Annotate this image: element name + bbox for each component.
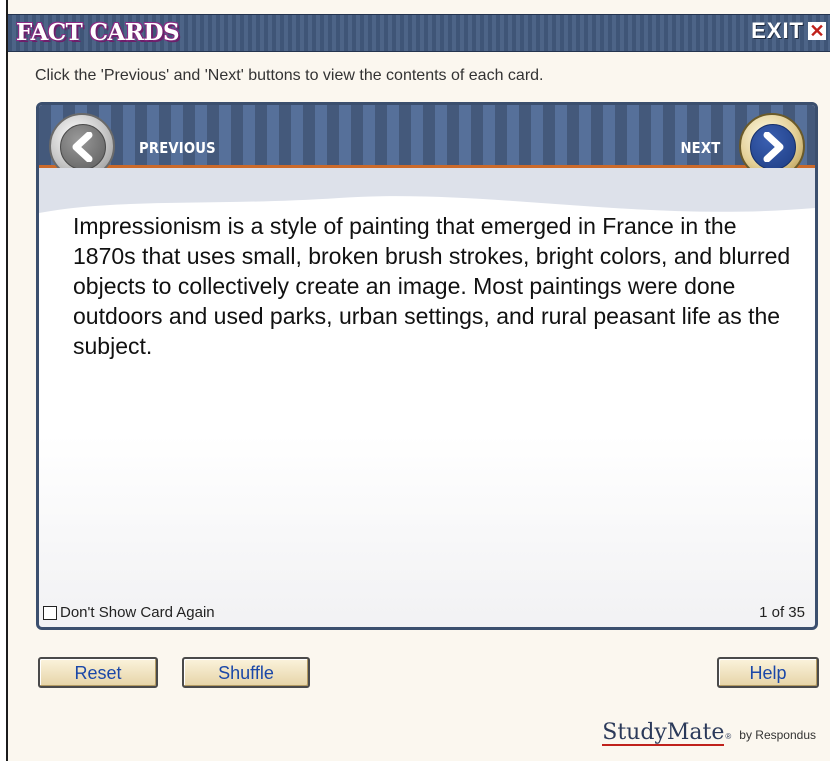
card-footer: Don't Show Card Again 1 of 35 <box>39 601 815 627</box>
card-counter: 1 of 35 <box>759 604 805 621</box>
dont-show-label[interactable]: Don't Show Card Again <box>60 604 215 621</box>
app-window: FACT CARDS EXIT ✕ Click the 'Previous' a… <box>6 0 830 761</box>
title-bar: FACT CARDS EXIT ✕ <box>8 14 830 52</box>
previous-label[interactable]: PREVIOUS <box>139 139 216 157</box>
brand-logo: StudyMate ® by Respondus <box>602 722 816 746</box>
next-label[interactable]: NEXT <box>680 139 720 157</box>
chevron-left-icon[interactable] <box>60 124 106 170</box>
exit-label[interactable]: EXIT <box>751 18 804 44</box>
card-content: Impressionism is a style of painting tha… <box>73 213 791 359</box>
brand-name: StudyMate <box>602 720 725 746</box>
chevron-right-icon[interactable] <box>750 124 796 170</box>
trademark-mark: ® <box>725 732 732 741</box>
dont-show-toggle[interactable]: Don't Show Card Again <box>43 604 215 621</box>
app-logo: FACT CARDS <box>16 19 180 46</box>
instructions-text: Click the 'Previous' and 'Next' buttons … <box>35 67 544 84</box>
dont-show-checkbox[interactable] <box>43 605 57 620</box>
shuffle-button[interactable]: Shuffle <box>182 657 310 688</box>
fact-card: PREVIOUS NEXT Impressionism is a style o… <box>36 102 818 630</box>
reset-button[interactable]: Reset <box>38 657 158 688</box>
brand-by: by Respondus <box>739 728 816 742</box>
help-button[interactable]: Help <box>717 657 819 688</box>
card-header: PREVIOUS NEXT <box>39 105 815 179</box>
close-icon[interactable]: ✕ <box>808 22 826 40</box>
exit-button[interactable]: EXIT ✕ <box>751 18 826 44</box>
